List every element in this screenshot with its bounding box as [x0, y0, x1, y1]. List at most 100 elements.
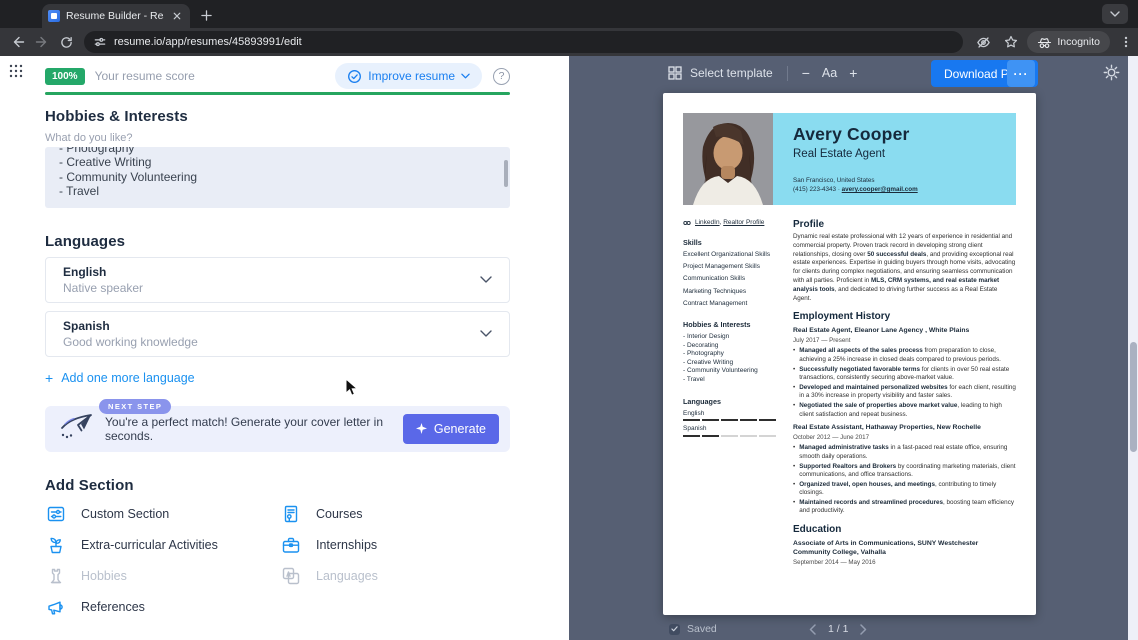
chevron-down-icon[interactable] [480, 330, 492, 337]
resume-languages-list: English Spanish [683, 410, 787, 437]
proficiency-segment [702, 419, 719, 422]
resume-education-title: Education [793, 524, 842, 536]
job-dates: July 2017 — Present [793, 337, 851, 345]
more-options-button[interactable]: ··· [1007, 60, 1035, 87]
skill-item: Marketing Techniques [683, 287, 747, 295]
forward-icon[interactable] [30, 30, 54, 54]
scrollbar-thumb[interactable] [1129, 342, 1137, 452]
courses-icon [284, 505, 298, 522]
job-bullet: • Managed administrative tasks in a fast-… [793, 444, 1008, 460]
add-language-button[interactable]: + Add one more language [45, 370, 195, 386]
employment-entry: Real Estate Agent, Eleanor Lane Agency ,… [793, 327, 1016, 419]
language-level: Native speaker [63, 280, 144, 295]
hobbies-textarea[interactable]: - Photography - Creative Writing - Commu… [45, 146, 510, 208]
resume-page[interactable]: Avery Cooper Real Estate Agent San Franc… [663, 93, 1036, 615]
tab-close-icon[interactable] [170, 9, 184, 23]
extracurricular-icon [50, 537, 62, 553]
font-larger-button[interactable]: + [849, 65, 857, 81]
preview-statusbar: Saved 1 / 1 [569, 618, 1128, 640]
resume-skills-title: Skills [683, 238, 702, 247]
hobby-item: - Community Volunteering [683, 367, 758, 375]
reload-icon[interactable] [54, 30, 78, 54]
hobbies-section-title: Hobbies & Interests [45, 107, 188, 125]
browser-menu-icon[interactable] [1114, 30, 1138, 54]
hobbies-textarea-value: - Photography - Creative Writing - Commu… [59, 146, 198, 199]
skill-item: Communication Skills [683, 275, 746, 283]
add-section-item-label: Internships [316, 537, 378, 552]
resume-location: San Francisco, United States [793, 177, 875, 184]
apps-grid-icon[interactable] [9, 64, 23, 83]
job-bullets: • Managed all aspects of the sales proces… [793, 347, 1016, 419]
resume-profile-title: Profile [793, 219, 825, 230]
back-icon[interactable] [6, 30, 30, 54]
resume-phone: (415) 223-4343 [793, 186, 837, 193]
job-bullets: • Managed administrative tasks in a fast-… [793, 444, 1016, 516]
select-template-button[interactable]: Select template [668, 66, 773, 80]
font-smaller-button[interactable]: − [802, 65, 810, 81]
textarea-scrollbar[interactable] [504, 159, 508, 187]
language-proficiency-bar [683, 434, 787, 437]
new-tab-icon[interactable] [198, 7, 214, 23]
job-role: Real Estate Agent, Eleanor Lane Agency ,… [793, 327, 970, 335]
languages-icon [282, 567, 300, 584]
window-chevron-icon[interactable] [1102, 4, 1128, 24]
languages-section-title: Languages [45, 232, 126, 250]
page-scrollbar[interactable] [1128, 56, 1138, 640]
contact-separator: · [837, 186, 840, 193]
add-section-item[interactable]: Courses [280, 503, 510, 525]
improve-resume-button[interactable]: Improve resume [335, 63, 482, 89]
score-label: Your resume score [94, 69, 195, 83]
prev-page-icon[interactable] [809, 623, 816, 635]
profile-photo [683, 113, 773, 205]
resume-education-degree: Associate of Arts in Communications, SUN… [793, 540, 979, 557]
chevron-down-icon [461, 73, 470, 79]
resume-link: Realtor Profile [723, 219, 765, 226]
add-section-item[interactable]: Extra-curricular Activities [45, 534, 280, 556]
resume-name: Avery Cooper [793, 124, 910, 144]
language-card-english[interactable]: English Native speaker [45, 256, 510, 303]
url-text: resume.io/app/resumes/45893991/edit [114, 36, 302, 48]
resume-link: LinkedIn [695, 219, 720, 226]
settings-gear-icon[interactable] [1103, 64, 1120, 86]
select-template-label: Select template [690, 66, 773, 80]
add-section-item[interactable]: Internships [280, 534, 510, 556]
job-bullet: • Managed all aspects of the sales proces… [793, 347, 1001, 364]
add-section-item-label: Hobbies [81, 568, 127, 583]
internships-icon [282, 537, 300, 553]
next-step-message: You're a perfect match! Generate your co… [105, 414, 383, 443]
proficiency-segment [759, 434, 776, 437]
url-bar[interactable]: resume.io/app/resumes/45893991/edit [84, 31, 964, 53]
eye-off-icon[interactable] [971, 30, 995, 54]
resume-contact: San Francisco, United States (415) 223-4… [793, 176, 918, 194]
preview-toolbar: Select template − Aa + Download PDF ··· [569, 56, 1128, 90]
resume-links-text: LinkedIn, Realtor Profile [695, 219, 765, 226]
language-level: Good working knowledge [63, 334, 198, 349]
proficiency-segment [740, 434, 757, 437]
mouse-cursor [345, 377, 359, 402]
bookmark-star-icon[interactable] [999, 30, 1023, 54]
chevron-down-icon[interactable] [480, 276, 492, 283]
incognito-label: Incognito [1057, 36, 1100, 48]
language-card-spanish[interactable]: Spanish Good working knowledge [45, 310, 510, 357]
generate-button[interactable]: Generate [402, 413, 499, 444]
resume-hobbies-title: Hobbies & Interests [683, 320, 751, 330]
site-settings-icon[interactable] [94, 36, 106, 48]
resume-education-dates: September 2014 — May 2016 [793, 559, 876, 567]
app-root: 100% Your resume score Improve resume ? … [0, 56, 1138, 640]
next-page-icon[interactable] [860, 623, 867, 635]
resume-email: avery.cooper@gmail.com [841, 186, 918, 193]
employment-entry: Real Estate Assistant, Hathaway Properti… [793, 424, 1016, 516]
add-section-item-label: Languages [316, 568, 378, 583]
add-section-title: Add Section [45, 476, 134, 494]
add-section-grid: Custom Section Extra-curricular Activitie… [45, 503, 510, 618]
plus-icon: + [45, 369, 54, 386]
improve-resume-label: Improve resume [368, 69, 455, 83]
browser-tab-bar: Resume Builder - Resume.io [0, 0, 1138, 28]
resume-score-row: 100% Your resume score Improve resume ? [45, 63, 510, 89]
add-section-item[interactable]: References [45, 596, 280, 618]
help-button[interactable]: ? [493, 67, 510, 85]
add-section-item[interactable]: Custom Section [45, 503, 280, 525]
browser-tab[interactable]: Resume Builder - Resume.io [42, 4, 190, 28]
add-section-item-label: Custom Section [81, 506, 170, 521]
site-favicon [48, 10, 60, 22]
